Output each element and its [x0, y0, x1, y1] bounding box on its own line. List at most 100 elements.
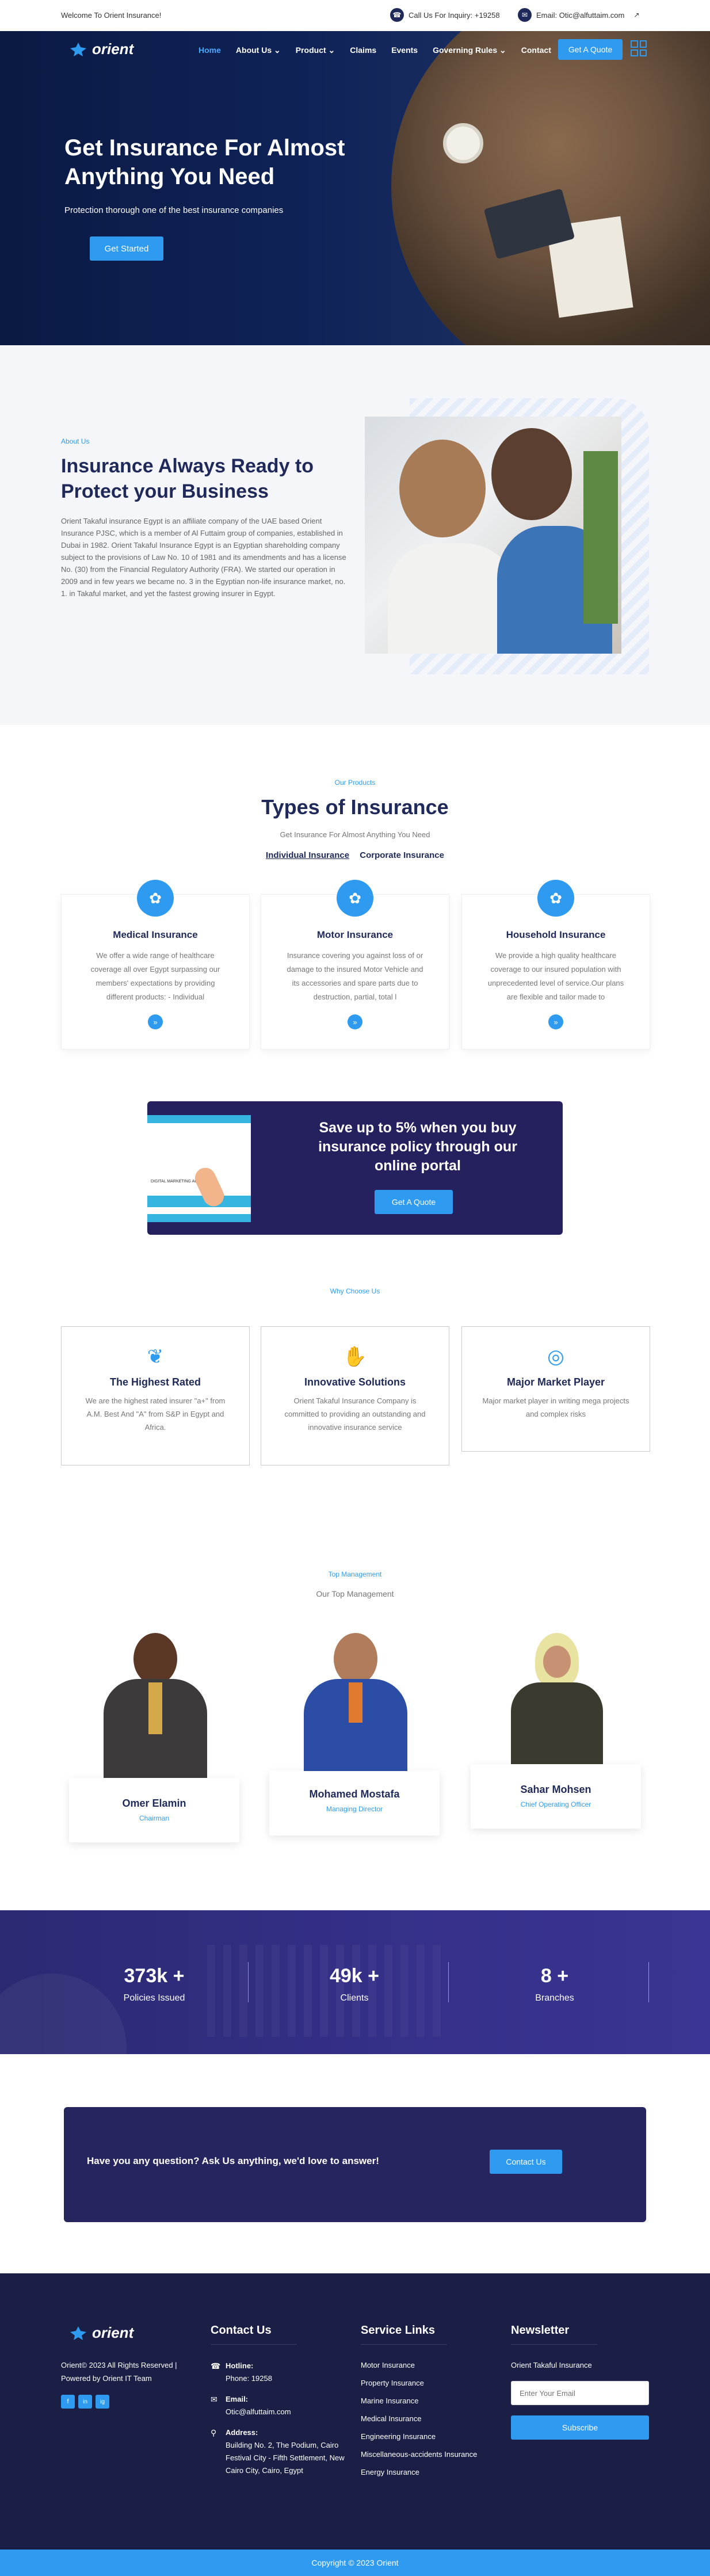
stats-section: 373k + Policies Issued 49k + Clients 8 +… — [0, 1910, 710, 2054]
stat-label: Clients — [340, 1993, 369, 2003]
person-card-sahar: Sahar Mohsen Chief Operating Officer — [471, 1764, 641, 1829]
footer-newsletter-title: Newsletter — [511, 2324, 570, 2337]
product-card-medical[interactable]: ✿ Medical Insurance We offer a wide rang… — [61, 880, 250, 1050]
nav-governing-rules[interactable]: Governing Rules ⌄ — [433, 45, 506, 55]
why-card-market-player: ◎ Major Market Player Major market playe… — [461, 1326, 650, 1452]
why-card-title: Major Market Player — [506, 1376, 605, 1388]
why-label: Why Choose Us — [330, 1287, 380, 1295]
plant-image — [583, 451, 618, 624]
person-card-mohamed: Mohamed Mostafa Managing Director — [269, 1771, 440, 1835]
footer-newsletter: Newsletter Orient Takaful Insurance Subs… — [511, 2324, 649, 2440]
stat-label: Policies Issued — [123, 1993, 185, 2003]
email-text: Email: Otic@alfuttaim.com — [536, 10, 625, 20]
location-pin-icon: ⚲ — [211, 2428, 217, 2437]
service-link[interactable]: Miscellaneous-accidents Insurance — [361, 2450, 499, 2459]
service-link[interactable]: Engineering Insurance — [361, 2432, 499, 2441]
social-links: f in ig — [61, 2395, 109, 2409]
target-icon: ◎ — [547, 1346, 564, 1368]
stat-value: 49k + — [329, 1965, 380, 1987]
logo-text: orient — [92, 40, 134, 58]
nav-home[interactable]: Home — [199, 45, 221, 55]
facebook-icon[interactable]: f — [61, 2395, 75, 2409]
header-quote-button[interactable]: Get A Quote — [558, 39, 623, 60]
woman-shirt-image — [388, 543, 514, 654]
nav-about[interactable]: About Us ⌄ — [236, 45, 281, 55]
stat-label: Branches — [535, 1993, 574, 2003]
phone-text: Call Us For Inquiry: +19258 — [409, 10, 500, 20]
handshake-icon: ✋ — [342, 1346, 368, 1368]
phone-icon: ☎ — [390, 8, 404, 22]
arrow-right-icon[interactable]: » — [548, 1014, 563, 1029]
tab-individual-insurance[interactable]: Individual Insurance — [266, 850, 349, 860]
subscribe-button[interactable]: Subscribe — [511, 2415, 649, 2440]
arrow-right-icon[interactable]: » — [148, 1014, 163, 1029]
service-link[interactable]: Marine Insurance — [361, 2396, 499, 2405]
footer-services-title: Service Links — [361, 2324, 435, 2337]
newsletter-email-input[interactable] — [511, 2381, 649, 2405]
about-image — [365, 417, 621, 654]
get-started-button[interactable]: Get Started — [90, 236, 163, 261]
household-shield-icon: ✿ — [537, 880, 574, 917]
service-link[interactable]: Property Insurance — [361, 2379, 499, 2387]
tab-corporate-insurance[interactable]: Corporate Insurance — [360, 850, 444, 860]
person-role: Managing Director — [326, 1805, 383, 1813]
product-card-household[interactable]: ✿ Household Insurance We provide a high … — [461, 880, 650, 1050]
person-name: Sahar Mohsen — [520, 1784, 591, 1795]
service-link[interactable]: Medical Insurance — [361, 2414, 499, 2423]
coffee-cup-image — [443, 123, 483, 163]
contact-us-button[interactable]: Contact Us — [490, 2150, 562, 2174]
arrow-right-icon[interactable]: » — [348, 1014, 362, 1029]
promo-image: DIGITAL MARKETING AGENCY OF... — [147, 1115, 251, 1222]
email-info[interactable]: ✉ Email: Otic@alfuttaim.com ↗ — [518, 8, 639, 22]
why-card-innovative: ✋ Innovative Solutions Orient Takaful In… — [261, 1326, 449, 1466]
logo-icon — [70, 42, 86, 56]
service-link[interactable]: Motor Insurance — [361, 2361, 499, 2369]
hotline-label: Hotline: — [226, 2361, 254, 2370]
footer-copy: Orient© 2023 All Rights Reserved | Power… — [61, 2361, 177, 2383]
product-card-motor[interactable]: ✿ Motor Insurance Insurance covering you… — [261, 880, 449, 1050]
woman-image — [399, 440, 486, 537]
chevron-down-icon: ⌄ — [274, 45, 281, 55]
about-section: About Us Insurance Always Ready to Prote… — [0, 345, 710, 725]
phone-info[interactable]: ☎ Call Us For Inquiry: +19258 — [390, 8, 500, 22]
instagram-icon[interactable]: ig — [96, 2395, 109, 2409]
email-item: ✉ Email: Otic@alfuttaim.com — [211, 2393, 349, 2418]
chevron-down-icon: ⌄ — [499, 45, 506, 55]
products-label: Our Products — [334, 778, 376, 787]
nav-product[interactable]: Product ⌄ — [296, 45, 335, 55]
mail-icon: ✉ — [211, 2395, 217, 2404]
mail-icon: ✉ — [518, 8, 532, 22]
about-label: About Us — [61, 437, 90, 445]
person-card-omer: Omer Elamin Chairman — [69, 1778, 239, 1842]
grid-menu-icon[interactable] — [631, 40, 647, 56]
nav-events[interactable]: Events — [391, 45, 418, 55]
header-logo[interactable]: orient — [69, 40, 133, 58]
footer: orient Orient© 2023 All Rights Reserved … — [0, 2273, 710, 2550]
service-link[interactable]: Energy Insurance — [361, 2468, 499, 2476]
why-card-title: Innovative Solutions — [304, 1376, 406, 1388]
nav-claims[interactable]: Claims — [350, 45, 376, 55]
products-title: Types of Insurance — [261, 795, 449, 819]
external-link-icon[interactable]: ↗ — [633, 11, 639, 19]
hero-subtitle: Protection thorough one of the best insu… — [64, 205, 284, 215]
hotline-value[interactable]: Phone: 19258 — [226, 2372, 272, 2385]
footer-services: Service Links Motor Insurance Property I… — [361, 2324, 499, 2486]
why-card-text: Orient Takaful Insurance Company is comm… — [284, 1396, 426, 1432]
promo-quote-button[interactable]: Get A Quote — [375, 1190, 453, 1214]
logo-text: orient — [92, 2324, 134, 2341]
divider — [248, 1962, 249, 2002]
promo-banner: DIGITAL MARKETING AGENCY OF... Save up t… — [147, 1101, 563, 1235]
hero-title: Get Insurance For Almost Anything You Ne… — [64, 135, 345, 189]
stat-policies: 373k + Policies Issued — [68, 1965, 241, 2003]
stat-branches: 8 + Branches — [468, 1965, 641, 2003]
about-title: Insurance Always Ready to Protect your B… — [61, 455, 314, 502]
hero-image — [391, 31, 710, 345]
footer-contact: Contact Us ☎ Hotline: Phone: 19258 ✉ Emai… — [211, 2324, 349, 2485]
nav-contact[interactable]: Contact — [521, 45, 551, 55]
person-role: Chairman — [139, 1814, 170, 1822]
person-photo-omer — [98, 1633, 213, 1783]
linkedin-icon[interactable]: in — [78, 2395, 92, 2409]
email-value[interactable]: Otic@alfuttaim.com — [226, 2406, 291, 2418]
top-bar: Welcome To Orient Insurance! ☎ Call Us F… — [0, 0, 710, 31]
footer-logo[interactable]: orient — [69, 2324, 133, 2342]
